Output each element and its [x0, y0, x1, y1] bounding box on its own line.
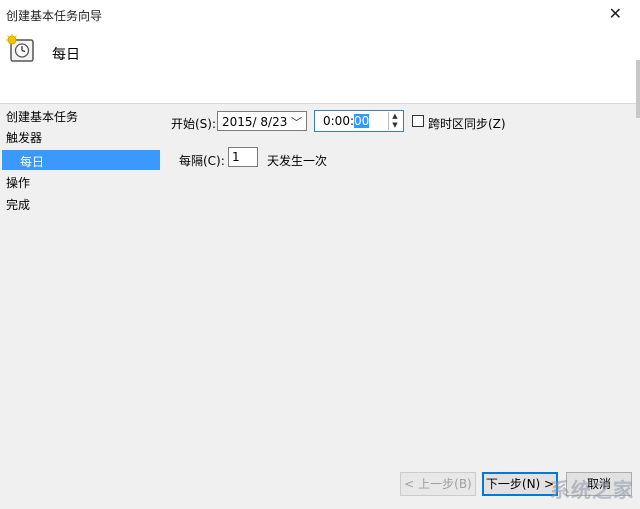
- sidebar-item-label: 每日: [20, 155, 45, 169]
- page-title: 每日: [52, 47, 80, 63]
- sidebar-item-daily[interactable]: 每日: [2, 150, 160, 170]
- recur-days-input[interactable]: 1: [228, 147, 258, 167]
- start-time-hm: 0:00:: [323, 114, 354, 128]
- start-date-picker[interactable]: 2015/ 8/23 ﹀: [217, 111, 307, 131]
- task-wizard-window: 创建基本任务向导 ✕ 每日 创建基本任务 触发器 每日 操作 完成 开始(S):…: [0, 0, 640, 509]
- start-time-picker[interactable]: 0:00:00 ▲ ▼: [314, 110, 404, 132]
- recur-suffix-label: 天发生一次: [267, 154, 328, 168]
- start-date-value: 2015/ 8/23: [222, 115, 288, 129]
- footer-divider: [0, 444, 640, 445]
- sidebar-item-trigger[interactable]: 触发器: [6, 129, 42, 146]
- start-label: 开始(S):: [171, 117, 217, 131]
- sync-timezone-label[interactable]: 跨时区同步(Z): [428, 115, 506, 132]
- chevron-down-icon[interactable]: ﹀: [291, 114, 302, 130]
- start-time-seconds[interactable]: 00: [354, 114, 370, 128]
- scheduled-task-clock-icon: [6, 34, 34, 62]
- window-title: 创建基本任务向导: [6, 9, 103, 23]
- spin-down-icon[interactable]: ▼: [389, 121, 401, 130]
- sync-timezone-checkbox[interactable]: [412, 115, 424, 127]
- next-button[interactable]: 下一步(N) >: [482, 472, 558, 496]
- close-icon[interactable]: ✕: [609, 4, 622, 23]
- wizard-header: 每日: [0, 28, 640, 103]
- back-button[interactable]: < 上一步(B): [400, 472, 476, 496]
- start-time-value[interactable]: 0:00:00: [323, 114, 370, 128]
- sidebar-item-action[interactable]: 操作: [6, 174, 30, 191]
- time-spinner[interactable]: ▲ ▼: [388, 112, 401, 130]
- title-bar: 创建基本任务向导 ✕: [0, 0, 640, 28]
- sidebar-item-finish[interactable]: 完成: [6, 196, 30, 213]
- recur-days-value: 1: [232, 150, 240, 164]
- spin-up-icon[interactable]: ▲: [389, 112, 401, 121]
- cancel-button[interactable]: 取消: [566, 472, 632, 496]
- wizard-content: 开始(S): 2015/ 8/23 ﹀ 0:00:00 ▲ ▼ 跨时区同步(Z)…: [166, 104, 640, 444]
- sidebar-item-create-task[interactable]: 创建基本任务: [6, 108, 78, 125]
- recur-label: 每隔(C):: [179, 154, 225, 168]
- wizard-steps-sidebar: 创建基本任务 触发器 每日 操作 完成: [0, 104, 166, 499]
